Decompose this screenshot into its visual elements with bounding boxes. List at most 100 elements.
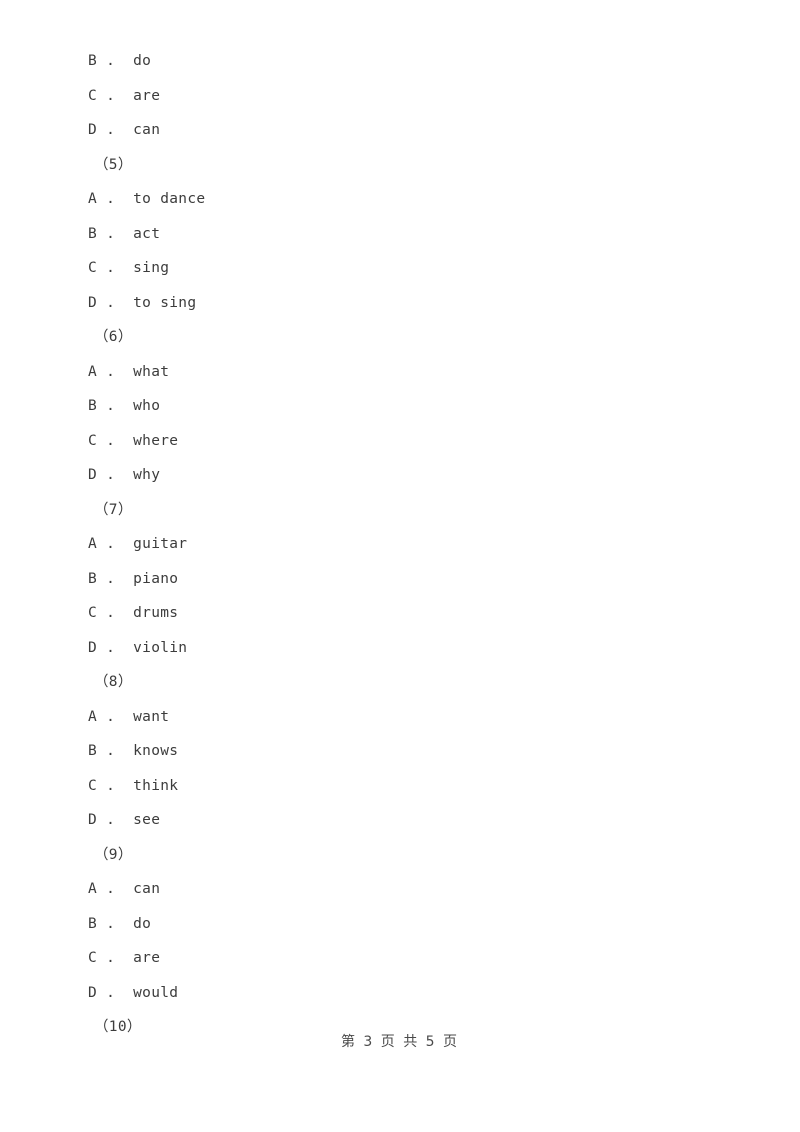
option-label: C bbox=[88, 432, 98, 449]
answer-option[interactable]: D . see bbox=[88, 803, 708, 838]
option-separator: . bbox=[106, 777, 116, 794]
answer-option[interactable]: C . are bbox=[88, 941, 708, 976]
option-separator: . bbox=[106, 881, 116, 897]
option-text: guitar bbox=[133, 536, 188, 552]
option-separator: . bbox=[106, 467, 116, 483]
option-label: A bbox=[88, 881, 98, 897]
answer-option[interactable]: D . can bbox=[88, 113, 708, 148]
option-label: B bbox=[88, 53, 98, 69]
answer-option[interactable]: B . do bbox=[88, 44, 708, 79]
answer-option[interactable]: D . to sing bbox=[88, 286, 708, 321]
answer-option[interactable]: C . where bbox=[88, 424, 708, 459]
option-text: want bbox=[133, 708, 170, 725]
option-label: C bbox=[88, 260, 98, 276]
option-label: D bbox=[88, 812, 98, 828]
option-separator: . bbox=[106, 536, 116, 552]
option-label: B bbox=[88, 225, 98, 242]
option-separator: . bbox=[106, 432, 116, 449]
option-text: drums bbox=[133, 605, 179, 621]
option-text: why bbox=[133, 467, 161, 483]
option-text: to dance bbox=[133, 191, 206, 207]
option-label: D bbox=[88, 984, 98, 1001]
option-separator: . bbox=[106, 708, 116, 725]
option-separator: . bbox=[106, 53, 116, 69]
option-text: act bbox=[133, 225, 161, 242]
option-text: can bbox=[133, 881, 161, 897]
option-separator: . bbox=[106, 639, 116, 656]
option-label: C bbox=[88, 777, 98, 794]
option-separator: . bbox=[106, 812, 116, 828]
option-text: see bbox=[133, 812, 161, 828]
answer-option[interactable]: A . want bbox=[88, 700, 708, 735]
option-label: A bbox=[88, 708, 98, 725]
option-text: piano bbox=[133, 570, 179, 587]
option-text: what bbox=[133, 363, 170, 380]
option-text: can bbox=[133, 122, 161, 138]
option-text: knows bbox=[133, 743, 179, 759]
option-label: B bbox=[88, 398, 98, 414]
option-label: D bbox=[88, 294, 98, 311]
answer-option[interactable]: B . do bbox=[88, 907, 708, 942]
question-number: （6） bbox=[94, 329, 133, 345]
question-number: （9） bbox=[94, 846, 133, 863]
page-number-text: 第 3 页 共 5 页 bbox=[340, 1034, 460, 1050]
option-separator: . bbox=[106, 191, 116, 207]
option-label: D bbox=[88, 639, 98, 656]
option-separator: . bbox=[106, 87, 116, 104]
option-text: would bbox=[133, 984, 179, 1001]
option-text: think bbox=[133, 777, 179, 794]
option-separator: . bbox=[106, 743, 116, 759]
option-label: A bbox=[88, 363, 98, 380]
answer-option[interactable]: C . sing bbox=[88, 251, 708, 286]
answer-option[interactable]: A . what bbox=[88, 355, 708, 390]
answer-options-list: B . do C . are D . can （5） A . to dance B . a… bbox=[88, 44, 708, 1045]
option-separator: . bbox=[106, 225, 116, 242]
answer-option[interactable]: D . violin bbox=[88, 631, 708, 666]
option-separator: . bbox=[106, 363, 116, 380]
answer-option[interactable]: B . knows bbox=[88, 734, 708, 769]
option-text: to sing bbox=[133, 294, 197, 311]
option-text: where bbox=[133, 432, 179, 449]
option-label: A bbox=[88, 191, 98, 207]
question-number: （7） bbox=[94, 501, 133, 518]
answer-option[interactable]: C . think bbox=[88, 769, 708, 804]
answer-option[interactable]: D . would bbox=[88, 976, 708, 1011]
document-page: B . do C . are D . can （5） A . to dance B . a… bbox=[0, 0, 800, 1132]
option-label: C bbox=[88, 87, 98, 104]
option-label: D bbox=[88, 122, 98, 138]
answer-option[interactable]: B . who bbox=[88, 389, 708, 424]
answer-option[interactable]: A . guitar bbox=[88, 527, 708, 562]
option-text: do bbox=[133, 915, 152, 932]
option-text: are bbox=[133, 87, 161, 104]
option-label: B bbox=[88, 743, 98, 759]
option-label: A bbox=[88, 536, 98, 552]
option-text: violin bbox=[133, 639, 188, 656]
option-separator: . bbox=[106, 950, 116, 966]
answer-option[interactable]: A . can bbox=[88, 872, 708, 907]
option-separator: . bbox=[106, 570, 116, 587]
option-separator: . bbox=[106, 294, 116, 311]
option-text: are bbox=[133, 950, 161, 966]
answer-option[interactable]: B . act bbox=[88, 217, 708, 252]
option-separator: . bbox=[106, 260, 116, 276]
option-label: C bbox=[88, 950, 98, 966]
answer-option[interactable]: A . to dance bbox=[88, 182, 708, 217]
question-number: （8） bbox=[94, 674, 133, 690]
answer-option[interactable]: B . piano bbox=[88, 562, 708, 597]
option-label: B bbox=[88, 915, 98, 932]
answer-option[interactable]: C . are bbox=[88, 79, 708, 114]
option-separator: . bbox=[106, 605, 116, 621]
question-number: （5） bbox=[94, 156, 133, 173]
answer-option[interactable]: C . drums bbox=[88, 596, 708, 631]
option-separator: . bbox=[106, 122, 116, 138]
option-label: C bbox=[88, 605, 98, 621]
option-label: D bbox=[88, 467, 98, 483]
option-text: who bbox=[133, 398, 161, 414]
option-separator: . bbox=[106, 915, 116, 932]
option-separator: . bbox=[106, 398, 116, 414]
answer-option[interactable]: D . why bbox=[88, 458, 708, 493]
option-label: B bbox=[88, 570, 98, 587]
page-footer: 第 3 页 共 5 页 bbox=[0, 1031, 800, 1051]
option-text: do bbox=[133, 53, 152, 69]
option-separator: . bbox=[106, 984, 116, 1001]
